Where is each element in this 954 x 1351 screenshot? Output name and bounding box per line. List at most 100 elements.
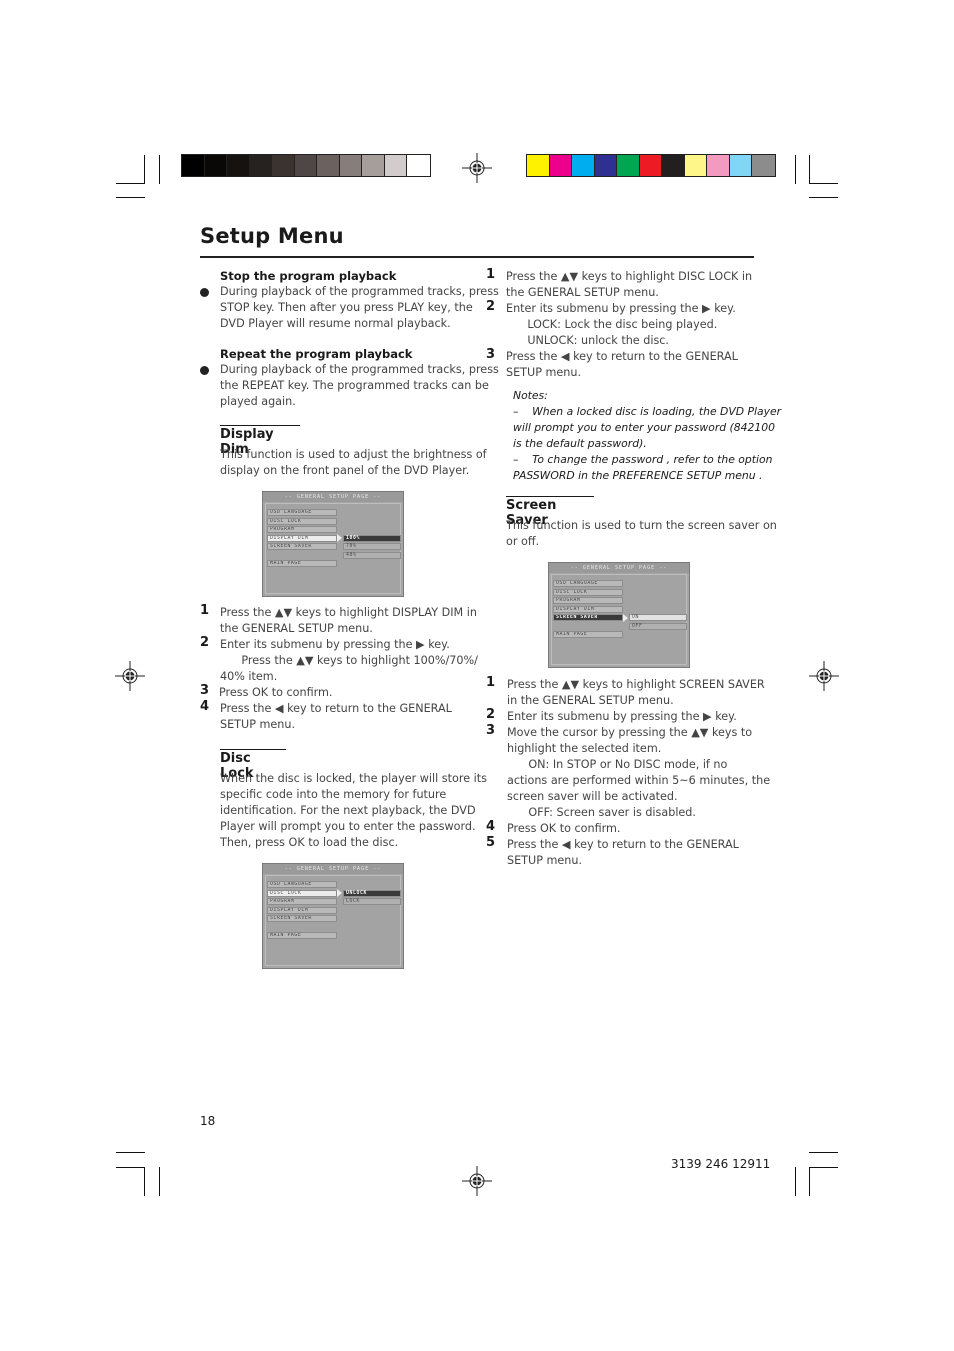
- text-line: highlight the selected item.: [507, 742, 662, 755]
- color-swatch: [639, 155, 662, 176]
- osd-option: 40%: [343, 551, 401, 559]
- registration-mark-icon: [462, 153, 492, 183]
- text-line: Press the ▲▼ keys to highlight DISC LOCK…: [506, 270, 753, 283]
- osd-item-selected: DISPLAY DIM: [267, 534, 337, 542]
- step-text: Enter its submenu by pressing the ▶ key.…: [506, 301, 736, 349]
- crop-mark: [795, 1167, 796, 1196]
- step-text: Press the ◀ key to return to the GENERAL…: [507, 837, 739, 869]
- osd-option: LOCK: [343, 898, 401, 905]
- text-line: UNLOCK: unlock the disc.: [506, 334, 669, 347]
- crop-mark: [116, 1152, 145, 1153]
- osd-item: SCREEN SAVER: [267, 915, 337, 922]
- osd-item: DISPLAY DIM: [553, 605, 623, 613]
- step-number: 1: [486, 267, 496, 282]
- step-text: Enter its submenu by pressing the ▶ key.…: [220, 637, 478, 685]
- registration-mark-icon: [809, 661, 839, 691]
- text-line: screen saver will be activated.: [507, 790, 678, 803]
- text-line: During playback of the programmed tracks…: [220, 285, 499, 298]
- step-text: Press OK to confirm.: [507, 821, 620, 837]
- text-line: This function is used to turn the screen…: [506, 519, 777, 532]
- step-text: Press the ◀ key to return to the GENERAL…: [506, 349, 738, 381]
- text-line: SETUP menu.: [507, 854, 583, 867]
- osd-disc-lock-screenshot: -- GENERAL SETUP PAGE -- OSD LANGUAGE DI…: [262, 863, 404, 969]
- text-line: Player will prompt you to enter the pass…: [220, 820, 476, 833]
- text-line: Press the ▲▼ keys to highlight DISPLAY D…: [220, 606, 477, 619]
- step-text: Move the cursor by pressing the ▲▼ keys …: [507, 725, 770, 821]
- osd-screen-saver-screenshot: -- GENERAL SETUP PAGE -- OSD LANGUAGE DI…: [548, 562, 690, 668]
- text-line: When the disc is locked, the player will…: [220, 772, 487, 785]
- text-line: Press the ◀ key to return to the GENERAL: [220, 702, 452, 715]
- note-line: is the default password).: [513, 437, 647, 450]
- osd-main-page: MAIN PAGE: [267, 932, 337, 939]
- crop-mark: [144, 155, 145, 184]
- color-swatch: [272, 155, 295, 176]
- crop-mark: [116, 183, 145, 184]
- color-swatch: [362, 155, 385, 176]
- bullet-icon: [200, 288, 209, 297]
- note-line: will prompt you to enter your password (…: [513, 421, 775, 434]
- color-swatch: [384, 155, 407, 176]
- color-swatch: [572, 155, 595, 176]
- text-line: ON: In STOP or No DISC mode, if no: [507, 758, 728, 771]
- osd-option: OFF: [629, 622, 687, 630]
- color-swatch: [249, 155, 272, 176]
- osd-item: OSD LANGUAGE: [267, 509, 337, 516]
- grayscale-calibration-bar: [181, 154, 431, 177]
- color-swatch: [294, 155, 317, 176]
- note-line: – When a locked disc is loading, the DVD…: [513, 405, 782, 418]
- step-number: 5: [486, 835, 496, 850]
- stop-playback-heading: Stop the program playback: [220, 269, 397, 283]
- repeat-playback-heading: Repeat the program playback: [220, 347, 413, 361]
- text-line: played again.: [220, 395, 296, 408]
- osd-option: 70%: [343, 543, 401, 550]
- osd-header: -- GENERAL SETUP PAGE --: [263, 864, 403, 874]
- color-swatch: [684, 155, 707, 176]
- text-line: Enter its submenu by pressing the ▶ key.: [506, 302, 736, 315]
- crop-mark: [809, 197, 838, 198]
- note-line: PASSWORD in the PREFERENCE SETUP menu .: [513, 469, 763, 482]
- crop-mark: [144, 1167, 145, 1196]
- step-text: Press the ▲▼ keys to highlight DISC LOCK…: [506, 269, 752, 301]
- step-number: 3: [486, 347, 496, 362]
- crop-mark: [159, 155, 160, 184]
- text-line: the REPEAT key. The programmed tracks ca…: [220, 379, 489, 392]
- page-title: Setup Menu: [200, 224, 344, 248]
- color-calibration-bar: [526, 154, 776, 177]
- registration-mark-icon: [115, 661, 145, 691]
- osd-header: -- GENERAL SETUP PAGE --: [549, 563, 689, 573]
- color-swatch: [182, 155, 205, 176]
- crop-mark: [809, 155, 810, 184]
- osd-item: OSD LANGUAGE: [553, 580, 623, 587]
- text-line: display on the front panel of the DVD Pl…: [220, 464, 470, 477]
- page-number: 18: [200, 1114, 216, 1128]
- osd-option-selected: ON: [629, 614, 687, 621]
- text-line: or off.: [506, 535, 540, 548]
- osd-item-selected: SCREEN SAVER: [553, 614, 623, 621]
- step-text: Press the ◀ key to return to the GENERAL…: [220, 701, 452, 733]
- repeat-playback-text: During playback of the programmed tracks…: [220, 362, 499, 410]
- osd-main-page: MAIN PAGE: [267, 560, 337, 567]
- osd-option-selected: UNLOCK: [343, 889, 401, 897]
- text-line: Move the cursor by pressing the ▲▼ keys …: [507, 726, 753, 739]
- text-line: Enter its submenu by pressing the ▶ key.: [220, 638, 450, 651]
- stop-playback-text: During playback of the programmed tracks…: [220, 284, 499, 332]
- step-number: 1: [486, 675, 496, 690]
- step-number: 4: [200, 699, 210, 714]
- osd-header: -- GENERAL SETUP PAGE --: [263, 492, 403, 502]
- color-swatch: [407, 155, 430, 176]
- step-number: 3: [200, 683, 210, 698]
- step-number: 2: [486, 707, 496, 722]
- osd-item-selected: DISC LOCK: [267, 889, 337, 897]
- crop-mark: [116, 197, 145, 198]
- color-swatch: [617, 155, 640, 176]
- text-line: Press the ◀ key to return to the GENERAL: [507, 838, 739, 851]
- color-swatch: [594, 155, 617, 176]
- disc-lock-description: When the disc is locked, the player will…: [220, 771, 487, 851]
- text-line: Press the ▲▼ keys to highlight 100%/70%/: [220, 654, 478, 667]
- crop-mark: [809, 1167, 810, 1196]
- crop-mark: [159, 1167, 160, 1196]
- crop-mark: [809, 1152, 838, 1153]
- osd-item: DISPLAY DIM: [267, 906, 337, 914]
- osd-item: DISC LOCK: [553, 588, 623, 596]
- text-line: SETUP menu.: [220, 718, 296, 731]
